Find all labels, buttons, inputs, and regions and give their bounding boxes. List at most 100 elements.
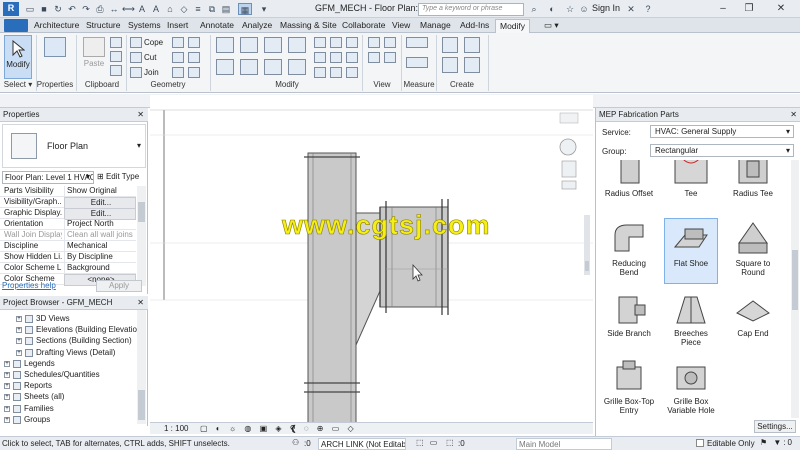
join-icon[interactable]: [130, 67, 142, 78]
create-parts-icon[interactable]: [464, 37, 480, 53]
tab-modify[interactable]: Modify: [495, 19, 531, 33]
property-row[interactable]: Orientation Project North: [0, 219, 136, 230]
sync-icon[interactable]: ↻: [52, 3, 64, 15]
array-icon[interactable]: [314, 67, 326, 78]
workset-icons[interactable]: ⬚ ▭: [416, 438, 439, 447]
copy-clipboard-icon[interactable]: [110, 51, 122, 62]
wall-joins-icon[interactable]: [172, 52, 184, 63]
tab-structure[interactable]: Structure: [82, 19, 125, 33]
tree-item[interactable]: Elevations (Building Elevation): [36, 325, 144, 334]
part-tile[interactable]: Flat Shoe: [664, 218, 718, 284]
cut-geometry-icon[interactable]: [130, 52, 142, 63]
exchange-icon[interactable]: ✕: [625, 3, 637, 15]
tree-item[interactable]: Sections (Building Section): [36, 336, 132, 345]
ribbon-minimize-icon[interactable]: ▭ ▾: [540, 19, 563, 33]
property-row[interactable]: Graphic Display... Edit...: [0, 208, 136, 220]
instance-dropdown-icon[interactable]: ▾: [86, 172, 90, 181]
view-controls-icons[interactable]: ▢ ◐ ☼ ◍ ▣ ◈ ⚲ ◌ ⊕ ▭ ◇: [200, 424, 357, 433]
close-hidden-icon[interactable]: ⧉: [206, 3, 218, 15]
tree-item[interactable]: Groups: [24, 415, 50, 424]
subscription-icon[interactable]: ◐: [546, 3, 558, 15]
view-cube-icon[interactable]: [560, 110, 578, 124]
part-tile[interactable]: Grille Box Variable Hole: [664, 356, 718, 418]
remove-paint-icon[interactable]: [188, 67, 200, 78]
create-group-icon[interactable]: [442, 57, 458, 73]
drawing-canvas[interactable]: [150, 95, 593, 427]
part-tile[interactable]: Reducing Bend: [602, 218, 656, 284]
minimize-button[interactable]: –: [712, 1, 734, 16]
close-panel-icon[interactable]: ✕: [137, 108, 144, 121]
restore-button[interactable]: ❐: [738, 1, 760, 16]
panel-select-dropdown[interactable]: Select ▾: [2, 80, 34, 89]
search-input[interactable]: Type a keyword or phrase: [418, 3, 524, 16]
measure-icon[interactable]: ↔: [108, 3, 120, 15]
part-tile[interactable]: Tee: [664, 160, 718, 214]
hide-bulb-icon[interactable]: [368, 37, 380, 48]
cope-button[interactable]: Cope: [144, 38, 163, 47]
tree-expand-icon[interactable]: +: [16, 316, 22, 322]
property-row[interactable]: Color Scheme L... Background: [0, 263, 136, 274]
part-tile[interactable]: Breeches Piece: [664, 288, 718, 354]
qat-dropdown-icon[interactable]: ▾: [258, 3, 270, 15]
tree-expand-icon[interactable]: +: [4, 372, 10, 378]
aligned-dim-icon[interactable]: [406, 57, 428, 68]
tab-massing-site[interactable]: Massing & Site: [276, 19, 341, 33]
redo-icon[interactable]: ↷: [80, 3, 92, 15]
undo-icon[interactable]: ↶: [66, 3, 78, 15]
view-controls-more[interactable]: ❮: [290, 424, 297, 433]
modify-button[interactable]: Modify: [4, 35, 32, 79]
zoom-icon[interactable]: [560, 159, 578, 191]
cope-icon[interactable]: [130, 37, 142, 48]
tab-manage[interactable]: Manage: [416, 19, 455, 33]
properties-button[interactable]: [40, 35, 70, 79]
offset-icon[interactable]: [240, 37, 258, 53]
tab-analyze[interactable]: Analyze: [238, 19, 276, 33]
tab-add-ins[interactable]: Add-Ins: [456, 19, 493, 33]
tree-expand-icon[interactable]: +: [4, 416, 10, 423]
tree-item[interactable]: Families: [24, 404, 54, 413]
tab-architecture[interactable]: Architecture: [30, 19, 83, 33]
rotate-icon[interactable]: [264, 59, 282, 75]
group-select[interactable]: Rectangular ▾: [650, 144, 794, 157]
paste-button[interactable]: Paste: [80, 35, 108, 79]
file-menu-button[interactable]: [4, 19, 28, 32]
part-tile[interactable]: Cap End: [726, 288, 780, 354]
design-option-select[interactable]: Main Model: [516, 438, 612, 450]
move-icon[interactable]: [216, 59, 234, 75]
part-tile[interactable]: Square to Round: [726, 218, 780, 284]
part-tile[interactable]: Radius Tee: [726, 160, 780, 214]
paint-icon[interactable]: [188, 37, 200, 48]
measure-between-icon[interactable]: [406, 37, 428, 48]
split-face-icon[interactable]: [172, 37, 184, 48]
tab-systems[interactable]: Systems: [124, 19, 165, 33]
section-icon[interactable]: ◇: [178, 3, 190, 15]
aligned-dimension-icon[interactable]: ⟷: [122, 3, 135, 15]
text-icon[interactable]: A: [150, 3, 162, 15]
property-row[interactable]: Show Hidden Li... By Discipline: [0, 252, 136, 263]
parts-scrollbar[interactable]: [791, 160, 799, 418]
filter-icons[interactable]: ⚑ ▼:0: [760, 438, 794, 447]
tab-insert[interactable]: Insert: [163, 19, 192, 33]
instance-selector[interactable]: Floor Plan: Level 1 HVAC: [2, 171, 94, 184]
tag-icon[interactable]: A: [136, 3, 148, 15]
edit-type-button[interactable]: ⊞ Edit Type: [97, 171, 139, 184]
tree-item[interactable]: Legends: [24, 359, 55, 368]
trim-extend-corner-icon[interactable]: [288, 59, 306, 75]
unpin-icon[interactable]: [346, 52, 358, 63]
3d-view-icon[interactable]: ⌂: [164, 3, 176, 15]
worksharing-icon[interactable]: ⚇: [292, 438, 299, 447]
split-gap-icon[interactable]: [330, 37, 342, 48]
sign-in-link[interactable]: Sign In: [592, 3, 620, 13]
type-selector[interactable]: Floor Plan ▾: [2, 124, 146, 168]
editing-requests-icon[interactable]: ⬚: [446, 438, 454, 447]
create-similar-icon[interactable]: [464, 57, 480, 73]
tile-windows-icon[interactable]: ▦: [238, 3, 252, 15]
match-type-icon[interactable]: [110, 65, 122, 76]
split-element-icon[interactable]: [314, 37, 326, 48]
view-range-icon[interactable]: [384, 52, 396, 63]
switch-windows-icon[interactable]: ▤: [220, 3, 232, 15]
part-tile[interactable]: Side Branch: [602, 288, 656, 354]
tree-item[interactable]: Sheets (all): [24, 392, 64, 401]
tree-expand-icon[interactable]: +: [4, 405, 10, 412]
property-row[interactable]: Parts Visibility Show Original: [0, 186, 136, 197]
